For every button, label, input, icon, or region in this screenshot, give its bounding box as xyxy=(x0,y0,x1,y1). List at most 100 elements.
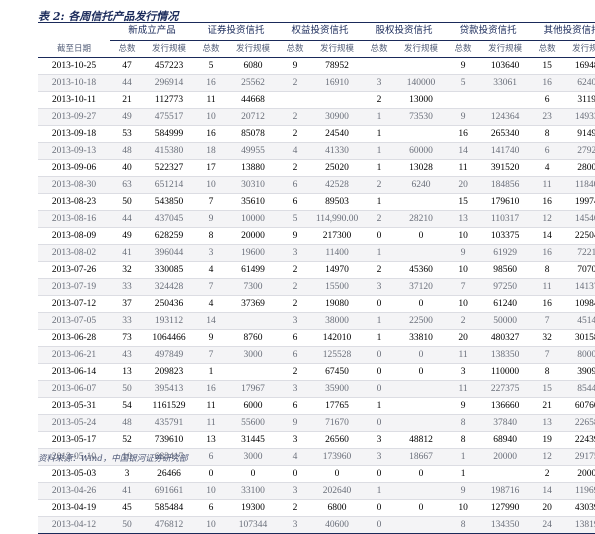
value-cell: 11 xyxy=(530,278,565,296)
value-cell: 25020 xyxy=(312,159,363,177)
value-cell: 226585 xyxy=(564,414,595,432)
value-cell: 5 xyxy=(194,57,229,75)
value-cell: 2 xyxy=(278,125,313,143)
value-cell: 39092 xyxy=(564,363,595,381)
date-cell: 2013-06-14 xyxy=(38,363,110,381)
group-header-blank xyxy=(38,22,110,41)
value-cell: 49 xyxy=(110,108,144,126)
value-cell: 8 xyxy=(446,516,481,534)
value-cell: 45 xyxy=(110,499,144,517)
value-cell: 20 xyxy=(446,176,481,194)
table-row: 2013-09-18 53 584999 16 85078 2 24540 1 16 265340… xyxy=(38,125,595,143)
value-cell: 21 xyxy=(530,397,565,415)
value-cell: 45149 xyxy=(564,312,595,330)
date-cell: 2013-08-02 xyxy=(38,244,110,262)
table-row: 2013-06-14132098231267450003110000839092 xyxy=(38,363,595,381)
value-cell: 2 xyxy=(278,499,313,517)
value-cell: 7 xyxy=(194,346,229,364)
date-cell: 2013-10-11 xyxy=(38,91,110,109)
value-cell: 10 xyxy=(446,227,481,245)
value-cell: 19300 xyxy=(228,499,279,517)
value-cell: 10 xyxy=(194,108,229,126)
value-cell: 14 xyxy=(446,142,481,160)
value-cell: 9 xyxy=(194,329,229,347)
value-cell: 7300 xyxy=(228,278,279,296)
value-cell: 250436 xyxy=(144,295,195,313)
value-cell: 1 xyxy=(362,108,397,126)
value-cell: 2 xyxy=(530,465,565,483)
value-cell: 20 xyxy=(446,329,481,347)
value-cell: 31196 xyxy=(564,91,595,109)
group-header: 权益投资信托 xyxy=(278,22,363,41)
value-cell: 2 xyxy=(278,295,313,313)
value-cell: 28000 xyxy=(564,159,595,177)
value-cell: 435791 xyxy=(144,414,195,432)
date-cell: 2013-05-24 xyxy=(38,414,110,432)
value-cell: 497849 xyxy=(144,346,195,364)
value-cell: 0 xyxy=(362,346,397,364)
value-cell: 13 xyxy=(194,431,229,449)
value-cell: 2 xyxy=(446,312,481,330)
value-cell: 35900 xyxy=(312,380,363,398)
group-header: 证券投资信托 xyxy=(194,22,279,41)
value-cell: 48 xyxy=(110,142,144,160)
date-cell: 2013-07-05 xyxy=(38,312,110,330)
value-cell: 16 xyxy=(530,74,565,92)
date-cell: 2013-08-30 xyxy=(38,176,110,194)
value-cell: 41 xyxy=(110,482,144,500)
value-cell: 291759 xyxy=(564,448,595,466)
value-cell: 6 xyxy=(530,91,565,109)
value-cell: 114,990.00 xyxy=(312,210,363,228)
value-cell: 202640 xyxy=(312,482,363,500)
value-cell: 85441 xyxy=(564,380,595,398)
value-cell xyxy=(396,482,447,500)
value-cell: 0 xyxy=(362,227,397,245)
value-cell: 8 xyxy=(530,125,565,143)
table-row: 2013-10-18 44 296914 16 25562 2 16910 3 140000 5 3… xyxy=(38,74,595,92)
value-cell: 7 xyxy=(194,278,229,296)
value-cell: 193112 xyxy=(144,312,195,330)
value-cell: 10 xyxy=(446,499,481,517)
table-row: 2013-07-05 33 193112 14 3 38000 1 22500 2 50000 7 4… xyxy=(38,312,595,330)
table-row: 2013-07-12 37 250436 4 37369 2 19080 0 0 10 61240 1… xyxy=(38,295,595,313)
value-cell: 11 xyxy=(194,91,229,109)
value-cell: 543850 xyxy=(144,193,195,211)
value-cell: 2 xyxy=(278,108,313,126)
value-cell: 61499 xyxy=(228,261,279,279)
value-cell xyxy=(396,57,447,75)
value-cell: 1 xyxy=(446,448,481,466)
value-cell: 21 xyxy=(110,91,144,109)
value-cell: 41330 xyxy=(312,142,363,160)
value-cell: 476812 xyxy=(144,516,195,534)
value-cell: 522327 xyxy=(144,159,195,177)
table-row: 2013-07-19 33 324428 7 7300 2 15500 3 37120 7 9725… xyxy=(38,278,595,296)
value-cell: 19600 xyxy=(228,244,279,262)
value-cell: 11 xyxy=(446,159,481,177)
value-cell: 11 xyxy=(530,176,565,194)
value-cell: 3 xyxy=(110,465,144,483)
value-cell: 24 xyxy=(530,516,565,534)
value-cell: 14 xyxy=(194,312,229,330)
value-cell: 12 xyxy=(530,210,565,228)
value-cell: 1161529 xyxy=(144,397,195,415)
sub-header-row: 截至日期总数发行规模总数发行规模总数发行规模总数发行规模总数发行规模总数发行规模 xyxy=(38,40,595,58)
value-cell: 13 xyxy=(110,363,144,381)
value-cell: 13028 xyxy=(396,159,447,177)
group-header: 其他投资信托 xyxy=(530,22,595,41)
value-cell: 68940 xyxy=(480,431,531,449)
date-cell: 2013-06-28 xyxy=(38,329,110,347)
value-cell: 480327 xyxy=(480,329,531,347)
value-cell: 0 xyxy=(362,414,397,432)
value-cell: 8760 xyxy=(228,329,279,347)
column-header: 发行规模 xyxy=(564,40,595,58)
value-cell: 0 xyxy=(362,363,397,381)
value-cell: 110000 xyxy=(480,363,531,381)
value-cell: 31445 xyxy=(228,431,279,449)
value-cell: 330085 xyxy=(144,261,195,279)
value-cell: 54 xyxy=(110,397,144,415)
value-cell: 2 xyxy=(278,261,313,279)
value-cell: 11 xyxy=(446,380,481,398)
value-cell: 7 xyxy=(194,193,229,211)
value-cell: 33061 xyxy=(480,74,531,92)
value-cell: 9 xyxy=(446,108,481,126)
